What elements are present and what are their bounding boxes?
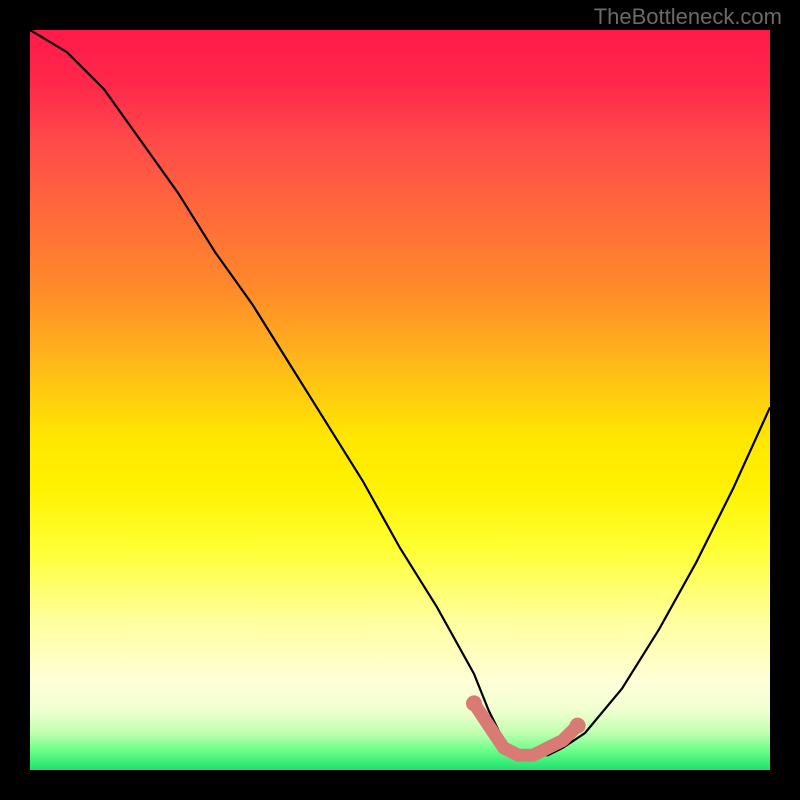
- optimal-zone-dot: [466, 695, 482, 711]
- optimal-zone-markers: [466, 695, 586, 755]
- bottleneck-curve-line: [30, 30, 770, 755]
- chart-plot-area: [30, 30, 770, 770]
- optimal-zone-dot: [570, 718, 586, 734]
- attribution-label: TheBottleneck.com: [594, 4, 782, 30]
- chart-svg-layer: [30, 30, 770, 770]
